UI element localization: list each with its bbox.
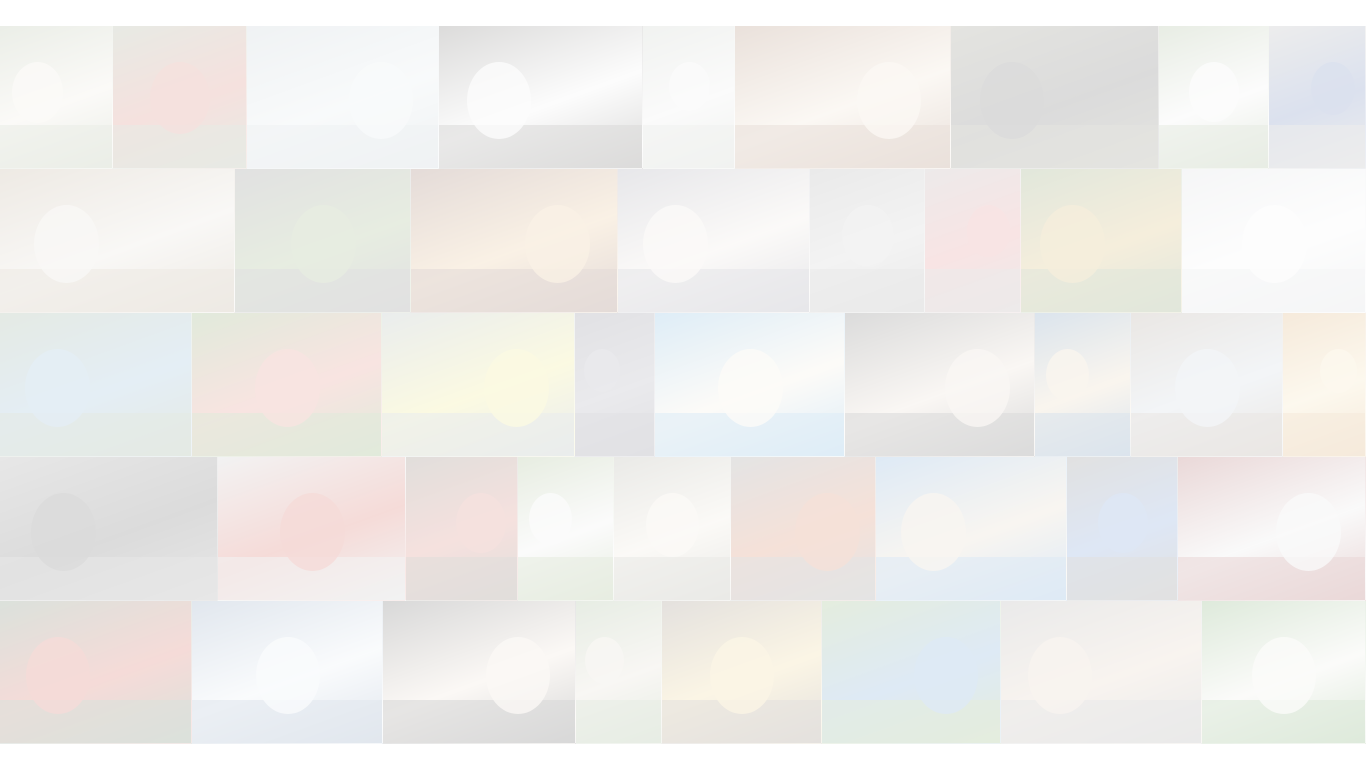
photo-bmx-trick <box>822 601 1001 744</box>
photo-fish-catch <box>1131 313 1283 457</box>
photo-men-indoor <box>439 26 643 169</box>
photo-dog-bowl <box>1283 313 1366 457</box>
photo-pool-diver <box>810 169 925 313</box>
photo-baseball-players <box>0 26 113 169</box>
photo-dirt-bike <box>951 26 1159 169</box>
photo-mosaic-background <box>0 26 1366 744</box>
photo-team-photo <box>192 601 383 744</box>
photo-atv-stunt <box>235 169 411 313</box>
photo-girl-with-ball <box>731 457 876 601</box>
photo-formal-group <box>383 601 576 744</box>
photo-playground <box>1159 26 1269 169</box>
photo-bike-crash <box>0 601 192 744</box>
photo-girl-ball <box>925 169 1021 313</box>
photo-basketball-jump <box>1035 313 1131 457</box>
photo-pool-deck <box>876 457 1067 601</box>
photo-blurry-smile <box>1001 601 1202 744</box>
photo-water-jump <box>247 26 439 169</box>
photo-backyard-pool <box>0 313 192 457</box>
photo-quad-jump <box>218 457 406 601</box>
photo-scooter-rider <box>1269 26 1366 169</box>
photo-pool-kids <box>655 313 845 457</box>
photo-lawn-sunbath <box>192 313 382 457</box>
photo-smiling-boy <box>382 313 575 457</box>
photo-cat-reaching <box>845 313 1035 457</box>
photo-sports-crowd <box>1178 457 1366 601</box>
photo-couple-room <box>735 26 951 169</box>
photo-backyard-kick <box>576 601 662 744</box>
photo-basketball-court <box>1067 457 1178 601</box>
photo-crowd-group <box>113 26 247 169</box>
photo-dark-street <box>575 313 655 457</box>
photo-beach-ball <box>662 601 822 744</box>
photo-jungle-leopard <box>1021 169 1182 313</box>
photo-grass-tumble <box>1202 601 1366 744</box>
photo-soccer-play <box>614 457 731 601</box>
photo-truck-dust <box>0 169 235 313</box>
photo-doorway-woman <box>406 457 518 601</box>
photo-air-force-plane <box>1182 169 1366 313</box>
photo-trees-sky <box>643 26 735 169</box>
photo-dinner-table <box>411 169 618 313</box>
photo-yard-kids <box>518 457 614 601</box>
photo-party-guy <box>618 169 810 313</box>
photo-motorbike-wheelie <box>0 457 218 601</box>
